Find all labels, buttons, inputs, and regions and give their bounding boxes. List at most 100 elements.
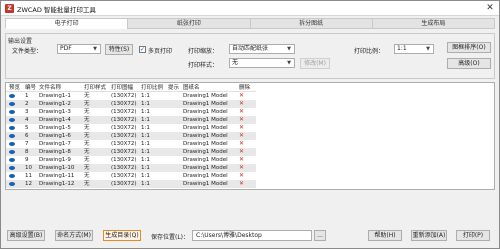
delete-icon[interactable]: ✕	[239, 156, 244, 163]
row-number: 11	[25, 173, 32, 179]
row-file-name: Drawing1-4	[36, 116, 82, 124]
row-file-name: Drawing1-11	[39, 173, 75, 179]
print-button[interactable]: 打印(P)	[456, 230, 490, 241]
delete-icon[interactable]: ✕	[239, 164, 244, 171]
row-print-scale: 1:1	[141, 125, 150, 131]
column-header-hint[interactable]: 提示	[165, 83, 181, 92]
row-file-name: Drawing1-10	[36, 164, 82, 172]
re-add-button[interactable]: 重新添加(A)	[411, 230, 447, 241]
delete-icon[interactable]: ✕	[239, 92, 244, 99]
print-style-select[interactable]: 无 ▼	[229, 58, 295, 68]
column-header-print-size[interactable]: 打印图幅	[108, 83, 139, 92]
row-sheet-name: Drawing1 Model	[183, 157, 228, 163]
eye-icon[interactable]	[9, 133, 15, 138]
table-row[interactable]: 5 Drawing1-5 无 (130X72) 1:1 Drawing1 Model ✕	[6, 124, 256, 132]
eye-icon[interactable]	[9, 125, 15, 130]
row-print-scale: 1:1	[138, 164, 166, 172]
eye-icon[interactable]	[9, 149, 15, 154]
column-header-delete[interactable]: 删除	[236, 83, 257, 92]
row-sheet-name: Drawing1 Model	[180, 116, 237, 124]
row-print-size: (130X72)	[108, 164, 139, 172]
row-preview-cell	[6, 148, 22, 156]
tab-paper-print[interactable]: 纸张打印	[127, 18, 250, 29]
tab-split-drawing[interactable]: 拆分图纸	[249, 18, 372, 29]
row-number: 10	[22, 164, 37, 172]
column-header-print-style[interactable]: 打印样式	[81, 83, 109, 92]
table-row[interactable]: 3 Drawing1-3 无 (130X72) 1:1 Drawing1 Model ✕	[6, 108, 256, 116]
row-print-style: 无	[81, 116, 109, 124]
main-window: Z ZWCAD 智能批量打印工具 ✕ 电子打印 纸张打印 拆分图纸 生成布局 输…	[0, 0, 500, 249]
delete-icon[interactable]: ✕	[239, 124, 244, 131]
help-button[interactable]: 帮助(H)	[368, 230, 402, 241]
modify-button[interactable]: 修改(M)	[300, 58, 330, 69]
row-print-style: 无	[81, 132, 109, 140]
table-row[interactable]: 6 Drawing1-6 无 (130X72) 1:1 Drawing1 Model ✕	[6, 132, 257, 140]
row-delete-cell: ✕	[236, 156, 256, 164]
eye-icon[interactable]	[9, 165, 15, 170]
eye-icon[interactable]	[9, 101, 15, 106]
row-number: 1	[25, 93, 29, 99]
row-sheet-name: Drawing1 Model	[180, 148, 237, 156]
print-scale-select[interactable]: 1:1 ▼	[394, 44, 434, 54]
window-title: ZWCAD 智能批量打印工具	[17, 6, 96, 14]
file-type-label: 文件类型：	[12, 48, 43, 55]
advanced-settings-button[interactable]: 高级设置(B)	[7, 230, 45, 241]
properties-button[interactable]: 特性(S)	[105, 44, 133, 55]
row-sheet-name: Drawing1 Model	[180, 164, 237, 172]
close-icon[interactable]: ✕	[483, 2, 497, 14]
tab-electronic-print[interactable]: 电子打印	[5, 18, 128, 29]
tab-generate-layout[interactable]: 生成布局	[371, 18, 495, 29]
column-header-preview[interactable]: 预览	[6, 83, 22, 92]
file-type-select[interactable]: PDF ▼	[57, 44, 101, 54]
multi-page-checkbox[interactable]: ✓	[139, 46, 146, 53]
delete-icon[interactable]: ✕	[239, 100, 244, 107]
row-print-style: 无	[84, 157, 90, 163]
row-number: 5	[25, 125, 29, 131]
column-header-number[interactable]: 编号	[22, 83, 37, 92]
naming-method-button[interactable]: 命名方式(M)	[55, 230, 93, 241]
delete-icon[interactable]: ✕	[239, 180, 244, 187]
column-header-file-name[interactable]: 文件名称	[36, 83, 82, 92]
table-row[interactable]: 11 Drawing1-11 无 (130X72) 1:1 Drawing1 Model ✕	[6, 172, 256, 180]
row-print-size: (130X72)	[108, 180, 139, 188]
eye-icon[interactable]	[9, 109, 15, 114]
output-settings-label: 输出设置	[7, 36, 34, 45]
column-header-print-scale[interactable]: 打印比例	[138, 83, 166, 92]
row-print-scale: 1:1	[138, 116, 166, 124]
eye-icon[interactable]	[9, 157, 15, 162]
table-row[interactable]: 8 Drawing1-8 无 (130X72) 1:1 Drawing1 Model ✕	[6, 148, 257, 156]
eye-icon[interactable]	[9, 93, 15, 98]
row-print-scale: 1:1	[141, 157, 150, 163]
delete-icon[interactable]: ✕	[239, 140, 244, 147]
table-row[interactable]: 7 Drawing1-7 无 (130X72) 1:1 Drawing1 Model ✕	[6, 140, 256, 148]
row-hint	[165, 116, 181, 124]
eye-icon[interactable]	[9, 117, 15, 122]
generate-catalog-button[interactable]: 生成目录(Q)	[103, 230, 141, 241]
row-sheet-name: Drawing1 Model	[183, 173, 228, 179]
eye-icon[interactable]	[9, 181, 15, 186]
row-print-style: 无	[81, 180, 109, 188]
row-hint	[165, 100, 181, 108]
browse-button[interactable]: …	[314, 230, 326, 241]
frame-sort-button[interactable]: 图框排序(O)	[447, 42, 491, 53]
table-row[interactable]: 12 Drawing1-12 无 (130X72) 1:1 Drawing1 Model ✕	[6, 180, 257, 188]
table-row[interactable]: 1 Drawing1-1 无 (130X72) 1:1 Drawing1 Model ✕	[6, 92, 256, 101]
column-header-sheet-name[interactable]: 图纸名	[180, 83, 237, 92]
delete-icon[interactable]: ✕	[239, 172, 244, 179]
delete-icon[interactable]: ✕	[239, 108, 244, 115]
eye-icon[interactable]	[9, 173, 15, 178]
table-row[interactable]: 9 Drawing1-9 无 (130X72) 1:1 Drawing1 Model ✕	[6, 156, 256, 164]
table-row[interactable]: 4 Drawing1-4 无 (130X72) 1:1 Drawing1 Model ✕	[6, 116, 257, 124]
delete-icon[interactable]: ✕	[239, 116, 244, 123]
table-row[interactable]: 2 Drawing1-2 无 (130X72) 1:1 Drawing1 Model ✕	[6, 100, 257, 108]
advanced-button[interactable]: 高级(O)	[447, 58, 491, 69]
delete-icon[interactable]: ✕	[239, 148, 244, 155]
save-location-select[interactable]: C:\Users\博雅\Desktop	[192, 230, 312, 241]
drawing-list[interactable]: 预览 编号 文件名称 打印样式 打印图幅 打印比例 提示 图纸名 删除 1 Dra…	[5, 82, 495, 190]
table-row[interactable]: 10 Drawing1-10 无 (130X72) 1:1 Drawing1 Model ✕	[6, 164, 257, 172]
row-print-style: 无	[81, 100, 109, 108]
print-size-select[interactable]: 自动匹配纸张 ▼	[229, 44, 295, 54]
row-preview-cell	[6, 100, 22, 108]
delete-icon[interactable]: ✕	[239, 132, 244, 139]
eye-icon[interactable]	[9, 141, 15, 146]
